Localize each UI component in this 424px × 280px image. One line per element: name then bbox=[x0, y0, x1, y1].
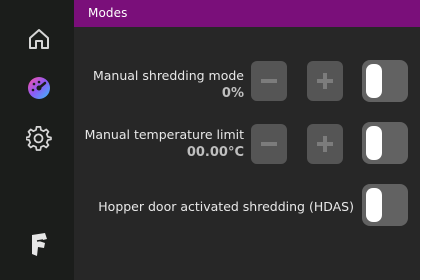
minus-icon bbox=[261, 79, 277, 83]
hdas-toggle[interactable] bbox=[362, 184, 408, 226]
toggle-knob bbox=[366, 64, 382, 98]
shredding-increment-button[interactable] bbox=[307, 61, 343, 101]
sidebar-item-settings[interactable] bbox=[22, 122, 56, 156]
brand-logo-icon bbox=[32, 233, 47, 256]
manual-temperature-label: Manual temperature limit bbox=[84, 127, 244, 142]
page-title: Modes bbox=[88, 6, 128, 20]
toggle-knob bbox=[366, 188, 382, 222]
sidebar-item-brand[interactable] bbox=[22, 228, 56, 262]
gear-icon bbox=[26, 126, 52, 151]
sidebar bbox=[0, 0, 74, 280]
minus-icon bbox=[261, 142, 277, 146]
sidebar-item-home[interactable] bbox=[22, 22, 56, 56]
sidebar-item-dashboard[interactable] bbox=[22, 71, 56, 105]
temperature-decrement-button[interactable] bbox=[251, 124, 287, 164]
temperature-increment-button[interactable] bbox=[307, 124, 343, 164]
shredding-mode-toggle[interactable] bbox=[362, 60, 408, 102]
manual-temperature-value: 00.00°C bbox=[186, 145, 244, 160]
shredding-decrement-button[interactable] bbox=[251, 61, 287, 101]
toggle-knob bbox=[366, 126, 382, 160]
home-icon bbox=[29, 29, 49, 49]
page-header: Modes bbox=[74, 0, 420, 27]
dashboard-gauge-icon bbox=[28, 77, 50, 99]
hdas-label: Hopper door activated shredding (HDAS) bbox=[98, 199, 354, 214]
app-window: Modes Manual shredding mode 0% Manual te… bbox=[0, 0, 420, 280]
temperature-limit-toggle[interactable] bbox=[362, 122, 408, 164]
manual-shredding-label: Manual shredding mode bbox=[92, 68, 244, 83]
manual-shredding-value: 0% bbox=[221, 86, 244, 101]
